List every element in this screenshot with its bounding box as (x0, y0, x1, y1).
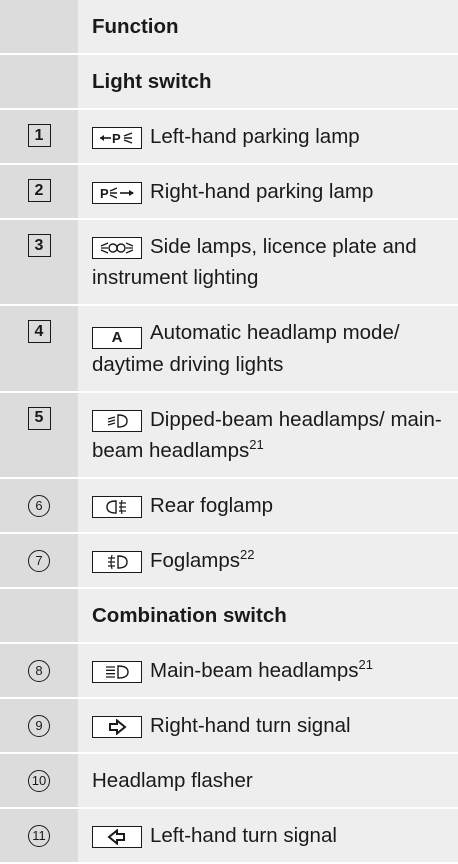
item-number: 10 (28, 769, 50, 792)
section-title-light-switch: Light switch (78, 55, 458, 108)
row-text: Foglamps (150, 548, 241, 572)
item-number: 6 (28, 494, 50, 517)
table-row: 9 Right-hand turn signal (0, 698, 458, 754)
function-header: Function (78, 0, 458, 53)
table-row: 8 Main-beam headlamps21 (0, 643, 458, 699)
item-number: 2 (27, 179, 51, 202)
rear-foglamp-icon (92, 495, 142, 518)
item-number: 9 (28, 714, 50, 737)
dipped-beam-icon (92, 409, 142, 432)
table-row: 11 Left-hand turn signal (0, 808, 458, 864)
footnote-ref: 21 (358, 656, 373, 672)
row-text: Right-hand turn signal (150, 713, 351, 737)
parking-lamp-left-icon: P (92, 127, 142, 149)
function-table: Function Light switch 1 P Left-hand park… (0, 0, 458, 864)
footnote-ref: 22 (240, 546, 255, 562)
left-turn-signal-icon (92, 825, 142, 848)
auto-headlamp-icon: A (92, 326, 142, 349)
side-lamps-icon (92, 237, 142, 259)
table-row: 1 P Left-hand parking lamp (0, 110, 458, 165)
item-number: 7 (28, 549, 50, 572)
table-row: 7 Foglamps22 (0, 533, 458, 589)
item-number: 11 (28, 824, 50, 847)
row-text: Headlamp flasher (92, 768, 253, 792)
item-number: 1 (27, 124, 51, 147)
svg-text:P: P (112, 131, 121, 146)
item-number: 5 (27, 406, 51, 430)
header-row: Function (0, 0, 458, 55)
right-turn-signal-icon (92, 715, 142, 738)
row-text: Dipped-beam headlamps/ main-beam headlam… (92, 407, 442, 462)
section-title-combination-switch: Combination switch (78, 588, 458, 642)
section-row-light-switch: Light switch (0, 55, 458, 110)
item-number: 8 (28, 659, 50, 682)
parking-lamp-right-icon: P (92, 182, 142, 204)
main-beam-icon (92, 660, 142, 683)
table-row: 4 A Automatic headlamp mode/ daytime driv… (0, 306, 458, 393)
table-row: 6 Rear foglamp (0, 478, 458, 534)
table-row: 2 P Right-hand parking lamp (0, 165, 458, 220)
row-text: Left-hand parking lamp (150, 125, 360, 148)
row-text: Left-hand turn signal (150, 823, 337, 847)
section-row-combination-switch: Combination switch (0, 588, 458, 644)
foglamps-icon (92, 550, 142, 573)
table-row: 3 Side lamps, licence plate and instrume… (0, 220, 458, 306)
table-row: 10 Headlamp flasher (0, 753, 458, 809)
item-number: 4 (27, 320, 51, 343)
table-row: 5 Dipped-beam headlamps/ main-beam headl… (0, 392, 458, 479)
row-text: Main-beam headlamps (150, 658, 359, 682)
item-number: 3 (27, 234, 51, 257)
row-text: Rear foglamp (150, 493, 274, 517)
svg-text:P: P (100, 186, 109, 201)
footnote-ref: 21 (249, 436, 264, 452)
row-text: Right-hand parking lamp (150, 180, 374, 203)
